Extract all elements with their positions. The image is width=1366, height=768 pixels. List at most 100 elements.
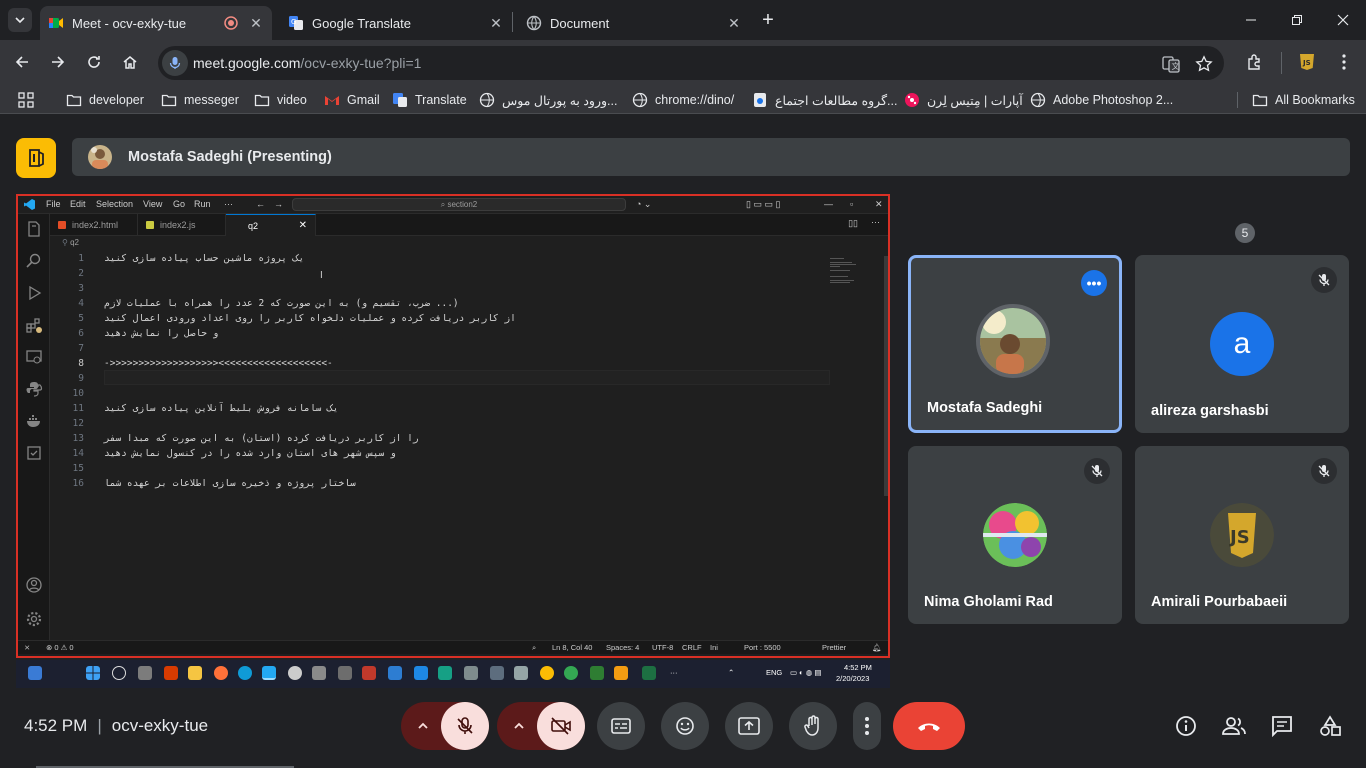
search-icon[interactable] xyxy=(25,252,43,270)
bookmark-gmail[interactable]: Gmail xyxy=(324,91,380,109)
reload-button[interactable] xyxy=(82,50,106,74)
settings-gear-icon[interactable] xyxy=(25,610,43,628)
all-bookmarks[interactable]: All Bookmarks xyxy=(1252,91,1355,109)
code-editor[interactable]: 1 2 3 4 5 6 7 8 9 10 11 12 13 14 15 16 یک پروژه ماشین ح… xyxy=(50,250,888,634)
participant-more-icon[interactable]: ••• xyxy=(1081,270,1107,296)
status-language[interactable]: Ini xyxy=(710,643,718,652)
nav-forward-icon[interactable]: → xyxy=(274,199,283,209)
menu-go[interactable]: Go xyxy=(173,199,185,209)
status-eol[interactable]: CRLF xyxy=(682,643,702,652)
remote-indicator-icon[interactable]: ⨯ xyxy=(24,643,30,652)
home-button[interactable] xyxy=(118,50,142,74)
close-editor-icon[interactable]: ✕ xyxy=(299,220,307,231)
layout-icons[interactable]: ▯ ▭ ▭ ▯ xyxy=(746,199,780,210)
forward-button[interactable] xyxy=(46,50,70,74)
participant-tile-alireza[interactable]: a alireza garshasbi xyxy=(1135,255,1349,433)
extensions-button[interactable] xyxy=(1243,50,1267,74)
vscode-close-icon[interactable]: ✕ xyxy=(875,199,883,210)
address-bar[interactable]: meet.google.com/ocv-exky-tue?pli=1 文 xyxy=(158,46,1224,80)
vscode-minimize-icon[interactable]: — xyxy=(824,199,833,209)
participant-tile-amirali[interactable]: JS Amirali Pourbabaeii xyxy=(1135,446,1349,624)
bookmark-portal[interactable]: ورود به پورتال موس... xyxy=(479,91,617,109)
editor-more-icon[interactable]: ··· xyxy=(871,217,880,227)
extensions-icon[interactable] xyxy=(25,316,43,334)
tab-search-button[interactable] xyxy=(8,8,32,32)
audio-options-button[interactable] xyxy=(401,702,445,750)
turn-on-camera-button[interactable] xyxy=(537,702,585,750)
captions-button[interactable] xyxy=(597,702,645,750)
menu-more[interactable]: ··· xyxy=(224,199,233,209)
testing-icon[interactable] xyxy=(25,444,43,462)
new-tab-button[interactable]: + xyxy=(758,10,778,30)
explorer-icon[interactable] xyxy=(25,220,43,238)
apps-button[interactable] xyxy=(18,91,34,109)
editor-tab-q2[interactable]: q2 ✕ xyxy=(226,214,316,236)
bookmark-photoshop[interactable]: Adobe Photoshop 2... xyxy=(1030,91,1173,109)
command-center[interactable]: ⌕ section2 xyxy=(292,198,626,211)
video-options-button[interactable] xyxy=(497,702,541,750)
more-options-button[interactable] xyxy=(853,702,881,750)
bookmark-translate[interactable]: Translate xyxy=(392,91,467,109)
tab-document[interactable]: Document ✕ xyxy=(518,6,750,40)
account-icon[interactable] xyxy=(25,576,43,594)
present-now-button[interactable] xyxy=(725,702,773,750)
status-prettier[interactable]: Prettier xyxy=(822,643,846,652)
close-tab-icon[interactable]: ✕ xyxy=(248,15,264,31)
leave-call-button[interactable] xyxy=(893,702,965,750)
bookmark-aparat[interactable]: آپارات | مِتیس لِرن xyxy=(904,91,1023,109)
people-button[interactable] xyxy=(1222,714,1246,738)
menu-file[interactable]: File xyxy=(46,199,61,209)
close-window-button[interactable] xyxy=(1320,0,1366,40)
profile-button[interactable]: JS xyxy=(1295,50,1319,74)
meeting-details-button[interactable] xyxy=(1174,714,1198,738)
status-zoom-icon[interactable]: ⌕ xyxy=(532,643,536,653)
status-position[interactable]: Ln 8, Col 40 xyxy=(552,643,592,652)
bookmark-developer[interactable]: developer xyxy=(66,91,144,109)
bookmark-messeger[interactable]: messeger xyxy=(161,91,239,109)
participant-tile-mostafa[interactable]: ••• Mostafa Sadeghi xyxy=(908,255,1122,433)
bookmark-video[interactable]: video xyxy=(254,91,307,109)
menu-selection[interactable]: Selection xyxy=(96,199,133,209)
status-spaces[interactable]: Spaces: 4 xyxy=(606,643,639,652)
tab-meet[interactable]: Meet - ocv-exky-tue ✕ xyxy=(40,6,272,40)
notifications-bell-icon[interactable]: 🔔︎ xyxy=(872,643,882,652)
tab-google-translate[interactable]: G Google Translate ✕ xyxy=(280,6,512,40)
participant-tile-nima[interactable]: Nima Gholami Rad xyxy=(908,446,1122,624)
minimize-button[interactable] xyxy=(1228,0,1274,40)
bookmark-dino[interactable]: chrome://dino/ xyxy=(632,91,734,109)
status-problems[interactable]: ⊗ 0 ⚠ 0 xyxy=(46,643,74,652)
menu-edit[interactable]: Edit xyxy=(70,199,86,209)
copilot-icon[interactable]: ◔ ⌄ xyxy=(636,199,651,210)
menu-run[interactable]: Run xyxy=(194,199,211,209)
split-editor-icon[interactable]: ▯▯ xyxy=(848,218,858,229)
kebab-menu-icon xyxy=(1342,54,1346,70)
editor-scrollbar[interactable] xyxy=(884,256,888,496)
close-tab-icon[interactable]: ✕ xyxy=(488,15,504,31)
nav-back-icon[interactable]: ← xyxy=(256,199,265,209)
editor-tab-html[interactable]: index2.html xyxy=(50,214,138,236)
raise-hand-button[interactable] xyxy=(789,702,837,750)
back-button[interactable] xyxy=(10,50,34,74)
menu-view[interactable]: View xyxy=(143,199,162,209)
presentation-button[interactable] xyxy=(16,138,56,178)
editor-tab-js[interactable]: index2.js xyxy=(138,214,226,236)
restore-button[interactable] xyxy=(1274,0,1320,40)
reactions-button[interactable] xyxy=(661,702,709,750)
browser-menu-button[interactable] xyxy=(1332,50,1356,74)
remote-explorer-icon[interactable] xyxy=(25,348,43,366)
vscode-restore-icon[interactable]: ▫ xyxy=(850,199,853,209)
close-tab-icon[interactable]: ✕ xyxy=(726,15,742,31)
activities-button[interactable] xyxy=(1318,714,1342,738)
docker-icon[interactable] xyxy=(25,412,43,430)
run-debug-icon[interactable] xyxy=(25,284,43,302)
chat-button[interactable] xyxy=(1270,714,1294,738)
bookmark-star-button[interactable] xyxy=(1194,54,1214,74)
minimap[interactable] xyxy=(830,256,880,286)
status-encoding[interactable]: UTF-8 xyxy=(652,643,673,652)
status-port[interactable]: Port : 5500 xyxy=(744,643,781,652)
python-icon[interactable] xyxy=(25,380,43,398)
translate-page-button[interactable]: 文 xyxy=(1161,54,1181,74)
site-info-button[interactable] xyxy=(162,50,188,76)
bookmark-social-studies[interactable]: گروه مطالعات اجتماع... xyxy=(752,91,897,109)
unmute-mic-button[interactable] xyxy=(441,702,489,750)
